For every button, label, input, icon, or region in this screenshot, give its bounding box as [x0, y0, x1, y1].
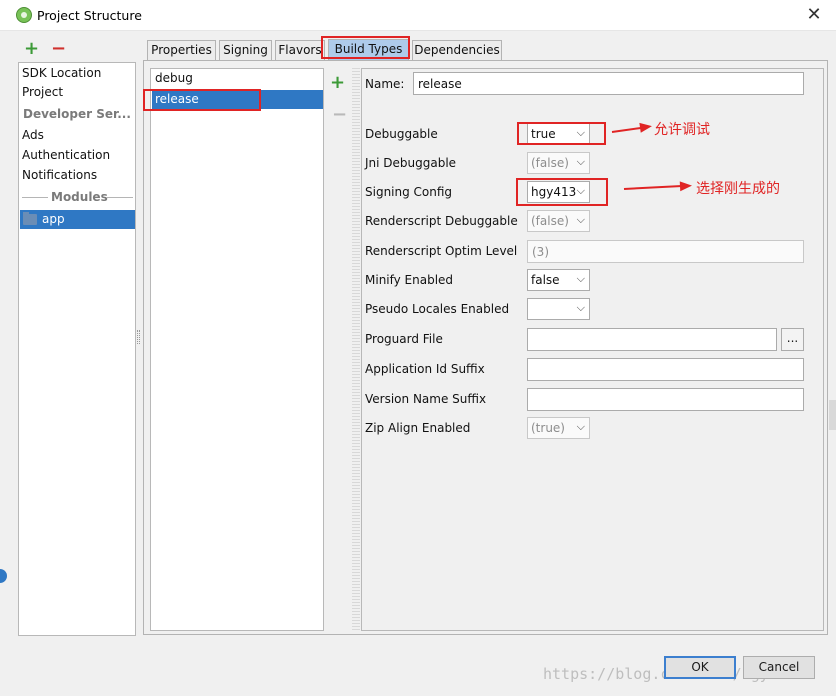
build-types-list: debug release	[150, 68, 324, 631]
minify-enabled-value: false	[531, 273, 560, 287]
build-type-debug[interactable]: debug	[155, 71, 193, 85]
sidebar-item-sdk-location[interactable]: SDK Location	[22, 66, 101, 80]
add-build-type-icon[interactable]: +	[330, 72, 345, 93]
title-bar: Project Structure ✕	[0, 0, 836, 31]
annotation-select-generated: 选择刚生成的	[696, 181, 780, 197]
tab-flavors[interactable]: Flavors	[275, 40, 325, 60]
minify-enabled-select[interactable]: false ⌵	[527, 269, 590, 291]
chevron-down-icon: ⌵	[576, 272, 585, 285]
annotation-allow-debug: 允许调试	[654, 122, 710, 138]
tab-properties[interactable]: Properties	[147, 40, 216, 60]
version-name-suffix-field[interactable]	[527, 388, 804, 411]
renderscript-optim-level-field[interactable]: (3)	[527, 240, 804, 263]
divider	[22, 197, 48, 198]
sidebar-item-project[interactable]: Project	[22, 85, 63, 99]
renderscript-optim-level-label: Renderscript Optim Level	[365, 244, 518, 258]
splitter-handle[interactable]	[137, 330, 140, 344]
sidebar-list: SDK Location Project Developer Ser... Ad…	[18, 62, 136, 636]
remove-build-type-icon[interactable]: −	[332, 104, 347, 125]
remove-icon[interactable]: −	[51, 38, 66, 59]
proguard-file-label: Proguard File	[365, 332, 443, 346]
chevron-down-icon: ⌵	[576, 213, 585, 226]
version-name-suffix-label: Version Name Suffix	[365, 392, 487, 406]
sidebar-item-app[interactable]: app	[20, 210, 135, 229]
browse-button[interactable]: ...	[781, 328, 804, 351]
highlight-release-item	[143, 89, 261, 111]
zip-align-enabled-select[interactable]: (true) ⌵	[527, 417, 590, 439]
pseudo-locales-enabled-label: Pseudo Locales Enabled	[365, 302, 510, 316]
proguard-file-field[interactable]	[527, 328, 777, 351]
sidebar-header-developer-services: Developer Ser...	[23, 107, 131, 121]
module-folder-icon	[23, 212, 37, 225]
highlight-build-types-tab	[321, 36, 410, 59]
build-types-toolbar: + −	[324, 68, 352, 631]
chevron-down-icon: ⌵	[576, 420, 585, 433]
background-window-edge	[829, 400, 836, 430]
name-field[interactable]: release	[413, 72, 804, 95]
debuggable-label: Debuggable	[365, 127, 438, 141]
window-title: Project Structure	[37, 8, 142, 23]
jni-debuggable-select[interactable]: (false) ⌵	[527, 152, 590, 174]
sidebar-header-modules: Modules	[51, 190, 108, 204]
renderscript-debuggable-select[interactable]: (false) ⌵	[527, 210, 590, 232]
tab-dependencies[interactable]: Dependencies	[412, 40, 502, 60]
name-label: Name:	[365, 77, 405, 91]
jni-debuggable-label: Jni Debuggable	[365, 156, 457, 170]
chevron-down-icon: ⌵	[576, 301, 585, 314]
renderscript-debuggable-label: Renderscript Debuggable	[365, 214, 518, 228]
panel-splitter[interactable]	[352, 68, 360, 631]
renderscript-debuggable-value: (false)	[531, 214, 569, 228]
close-icon[interactable]: ✕	[800, 2, 828, 28]
sidebar-item-authentication[interactable]: Authentication	[22, 148, 110, 162]
signing-config-label: Signing Config	[365, 185, 453, 199]
sidebar-item-label: app	[42, 212, 65, 226]
highlight-debuggable	[517, 122, 606, 145]
arrow-head-icon	[639, 121, 653, 133]
jni-debuggable-value: (false)	[531, 156, 569, 170]
cancel-button[interactable]: Cancel	[743, 656, 815, 679]
zip-align-enabled-label: Zip Align Enabled	[365, 421, 471, 435]
add-icon[interactable]: +	[24, 38, 39, 59]
android-studio-icon	[16, 7, 32, 23]
application-id-suffix-label: Application Id Suffix	[365, 362, 485, 376]
tab-signing[interactable]: Signing	[219, 40, 272, 60]
sidebar-item-ads[interactable]: Ads	[22, 128, 44, 142]
sidebar-item-notifications[interactable]: Notifications	[22, 168, 97, 182]
pseudo-locales-enabled-select[interactable]: ⌵	[527, 298, 590, 320]
chevron-down-icon: ⌵	[576, 155, 585, 168]
arrow-head-icon	[679, 180, 693, 192]
application-id-suffix-field[interactable]	[527, 358, 804, 381]
minify-enabled-label: Minify Enabled	[365, 273, 454, 287]
ok-button[interactable]: OK	[664, 656, 736, 679]
highlight-signing-config	[516, 178, 608, 206]
zip-align-enabled-value: (true)	[531, 421, 565, 435]
divider	[106, 197, 133, 198]
